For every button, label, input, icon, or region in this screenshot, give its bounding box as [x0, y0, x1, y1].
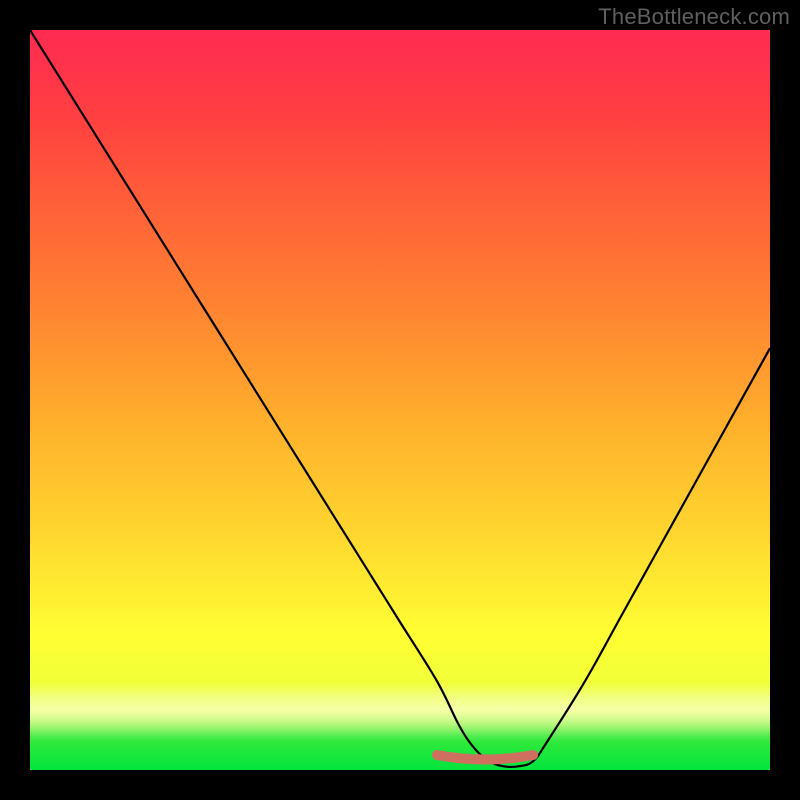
watermark-text: TheBottleneck.com: [598, 4, 790, 30]
bottleneck-curve: [30, 30, 770, 767]
optimal-range-marker: [437, 755, 533, 760]
plot-area: [30, 30, 770, 770]
chart-svg: [30, 30, 770, 770]
chart-frame: TheBottleneck.com: [0, 0, 800, 800]
